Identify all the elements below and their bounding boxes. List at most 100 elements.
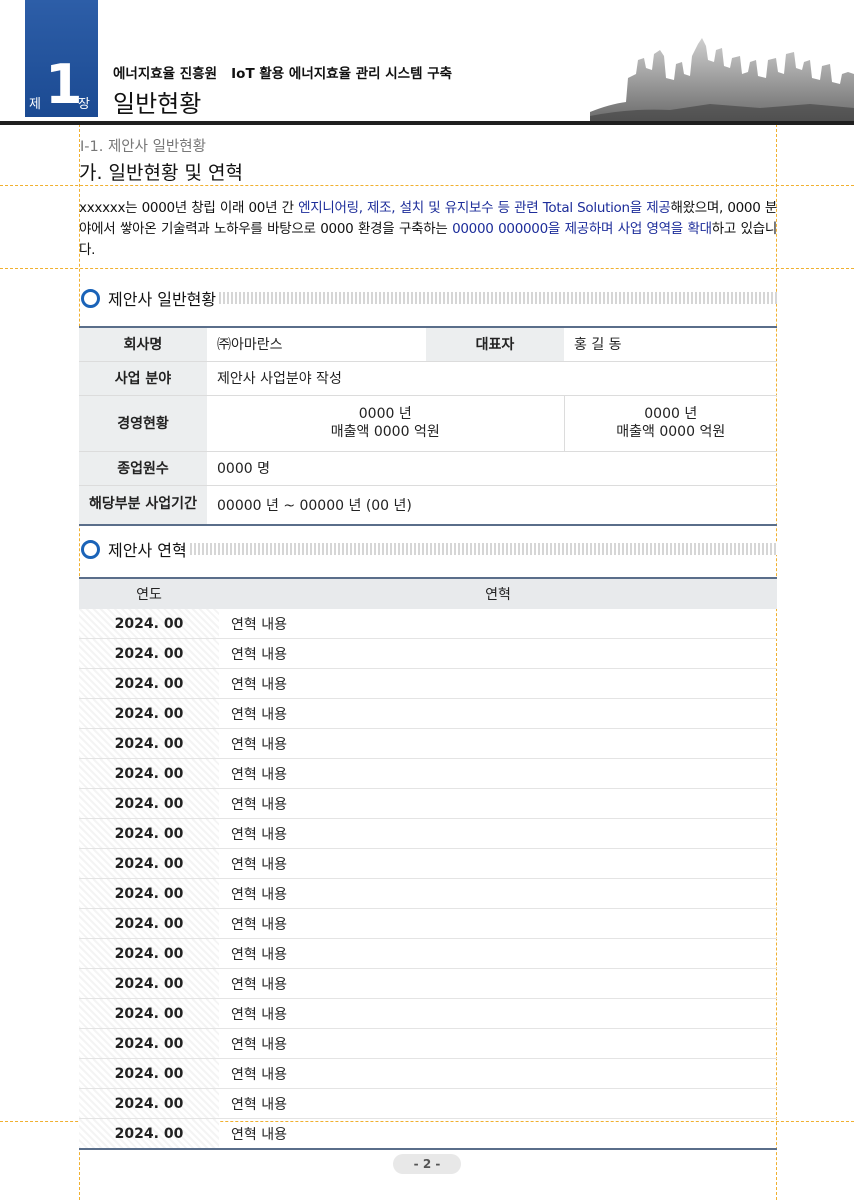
history-year: 2024. 00 bbox=[79, 1028, 219, 1059]
history-year: 2024. 00 bbox=[79, 938, 219, 969]
bullet-ring-icon bbox=[81, 288, 100, 308]
history-content: 연혁 내용 bbox=[219, 698, 777, 729]
section-number-heading: Ⅰ-1. 제안사 일반현황 bbox=[80, 139, 206, 155]
col-content-header: 연혁 bbox=[219, 578, 777, 609]
history-content: 연혁 내용 bbox=[219, 728, 777, 759]
general-info-table: 회사명 ㈜아마란스 대표자 홍 길 동 사업 분야 제안사 사업분야 작성 경영… bbox=[79, 326, 777, 526]
history-year: 2024. 00 bbox=[79, 848, 219, 879]
history-row: 2024. 00 연혁 내용 bbox=[79, 998, 777, 1029]
history-year: 2024. 00 bbox=[79, 609, 219, 639]
dotted-leader bbox=[189, 543, 777, 555]
intro-highlight-text: 엔지니어링, 제조, 설치 및 유지보수 등 관련 Total Solution… bbox=[298, 200, 671, 216]
history-row: 2024. 00 연혁 내용 bbox=[79, 728, 777, 759]
guide-line bbox=[0, 268, 854, 269]
history-row: 2024. 00 연혁 내용 bbox=[79, 609, 777, 639]
general-heading-label: 제안사 일반현황 bbox=[108, 290, 217, 309]
history-content: 연혁 내용 bbox=[219, 1028, 777, 1059]
history-content: 연혁 내용 bbox=[219, 938, 777, 969]
header-title: 일반현황 bbox=[113, 90, 202, 118]
history-year: 2024. 00 bbox=[79, 668, 219, 699]
history-row: 2024. 00 연혁 내용 bbox=[79, 698, 777, 729]
table-row: 경영현황 0000 년 매출액 0000 억원 0000 년 매출액 0000 … bbox=[79, 395, 777, 452]
table-row: 종업원수 0000 명 bbox=[79, 451, 777, 486]
history-body: 2024. 00 연혁 내용 2024. 00 연혁 내용 2024. 00 연혁 내용 2… bbox=[79, 609, 777, 1150]
table-row: 해당부분 사업기간 00000 년 ~ 00000 년 (00 년) bbox=[79, 485, 777, 526]
history-row: 2024. 00 연혁 내용 bbox=[79, 968, 777, 999]
history-content: 연혁 내용 bbox=[219, 848, 777, 879]
history-year: 2024. 00 bbox=[79, 1118, 219, 1150]
history-content: 연혁 내용 bbox=[219, 818, 777, 849]
history-row: 2024. 00 연혁 내용 bbox=[79, 638, 777, 669]
bullet-ring-icon bbox=[81, 539, 100, 559]
history-content: 연혁 내용 bbox=[219, 788, 777, 819]
dotted-leader bbox=[219, 292, 777, 304]
history-year: 2024. 00 bbox=[79, 728, 219, 759]
history-row: 2024. 00 연혁 내용 bbox=[79, 1088, 777, 1119]
history-content: 연혁 내용 bbox=[219, 878, 777, 909]
table-header-row: 연도 연혁 bbox=[79, 578, 777, 609]
intro-text: xxxxxx는 0000년 창립 이래 00년 간 bbox=[79, 200, 299, 216]
history-row: 2024. 00 연혁 내용 bbox=[79, 878, 777, 909]
mgmt-sales-1: 매출액 0000 억원 bbox=[330, 424, 440, 440]
history-row: 2024. 00 연혁 내용 bbox=[79, 788, 777, 819]
history-year: 2024. 00 bbox=[79, 758, 219, 789]
table-row: 사업 분야 제안사 사업분야 작성 bbox=[79, 361, 777, 396]
history-content: 연혁 내용 bbox=[219, 609, 777, 639]
employees-value: 0000 명 bbox=[207, 451, 777, 486]
chapter-prefix: 제 bbox=[29, 97, 41, 112]
history-content: 연혁 내용 bbox=[219, 758, 777, 789]
history-content: 연혁 내용 bbox=[219, 1088, 777, 1119]
history-year: 2024. 00 bbox=[79, 1058, 219, 1089]
mgmt-year-1: 0000 년 bbox=[358, 406, 412, 422]
mgmt-sales-2: 매출액 0000 억원 bbox=[616, 424, 726, 440]
history-row: 2024. 00 연혁 내용 bbox=[79, 908, 777, 939]
history-content: 연혁 내용 bbox=[219, 1118, 777, 1150]
history-row: 2024. 00 연혁 내용 bbox=[79, 848, 777, 879]
history-content: 연혁 내용 bbox=[219, 908, 777, 939]
company-label: 회사명 bbox=[79, 327, 207, 362]
business-value: 제안사 사업분야 작성 bbox=[207, 361, 777, 396]
history-year: 2024. 00 bbox=[79, 998, 219, 1029]
history-row: 2024. 00 연혁 내용 bbox=[79, 758, 777, 789]
history-year: 2024. 00 bbox=[79, 908, 219, 939]
history-year: 2024. 00 bbox=[79, 638, 219, 669]
chapter-number: 1 bbox=[45, 53, 83, 116]
history-table: 연도 연혁 2024. 00 연혁 내용 2024. 00 연혁 내용 2024. 00… bbox=[79, 577, 777, 1150]
period-label: 해당부분 사업기간 bbox=[79, 485, 207, 526]
guide-line bbox=[0, 185, 854, 186]
history-year: 2024. 00 bbox=[79, 968, 219, 999]
history-year: 2024. 00 bbox=[79, 878, 219, 909]
history-year: 2024. 00 bbox=[79, 788, 219, 819]
history-row: 2024. 00 연혁 내용 bbox=[79, 1028, 777, 1059]
ceo-label: 대표자 bbox=[426, 327, 564, 362]
history-content: 연혁 내용 bbox=[219, 968, 777, 999]
city-skyline-image bbox=[590, 38, 854, 122]
business-label: 사업 분야 bbox=[79, 361, 207, 396]
header-rule bbox=[0, 121, 854, 125]
intro-highlight-text: 00000 000000을 제공하며 사업 영역을 확대 bbox=[452, 221, 712, 237]
history-content: 연혁 내용 bbox=[219, 1058, 777, 1089]
history-subheading: 제안사 연혁 bbox=[81, 538, 777, 560]
chapter-suffix: 장 bbox=[78, 97, 90, 112]
general-subheading: 제안사 일반현황 bbox=[81, 287, 777, 309]
intro-paragraph: xxxxxx는 0000년 창립 이래 00년 간 엔지니어링, 제조, 설치 … bbox=[79, 198, 777, 261]
col-year-header: 연도 bbox=[79, 578, 219, 609]
employees-label: 종업원수 bbox=[79, 451, 207, 486]
mgmt-year-2: 0000 년 bbox=[644, 406, 698, 422]
page-number: - 2 - bbox=[393, 1154, 461, 1174]
history-row: 2024. 00 연혁 내용 bbox=[79, 1118, 777, 1150]
mgmt-cell-1: 0000 년 매출액 0000 억원 bbox=[207, 395, 564, 452]
history-content: 연혁 내용 bbox=[219, 668, 777, 699]
period-value: 00000 년 ~ 00000 년 (00 년) bbox=[207, 485, 777, 526]
history-year: 2024. 00 bbox=[79, 1088, 219, 1119]
history-year: 2024. 00 bbox=[79, 698, 219, 729]
section-heading: 가. 일반현황 및 연혁 bbox=[79, 162, 243, 184]
history-heading-label: 제안사 연혁 bbox=[108, 541, 187, 560]
history-row: 2024. 00 연혁 내용 bbox=[79, 938, 777, 969]
mgmt-label: 경영현황 bbox=[79, 395, 207, 452]
history-row: 2024. 00 연혁 내용 bbox=[79, 1058, 777, 1089]
history-content: 연혁 내용 bbox=[219, 998, 777, 1029]
history-row: 2024. 00 연혁 내용 bbox=[79, 818, 777, 849]
history-content: 연혁 내용 bbox=[219, 638, 777, 669]
mgmt-cell-2: 0000 년 매출액 0000 억원 bbox=[563, 395, 777, 452]
